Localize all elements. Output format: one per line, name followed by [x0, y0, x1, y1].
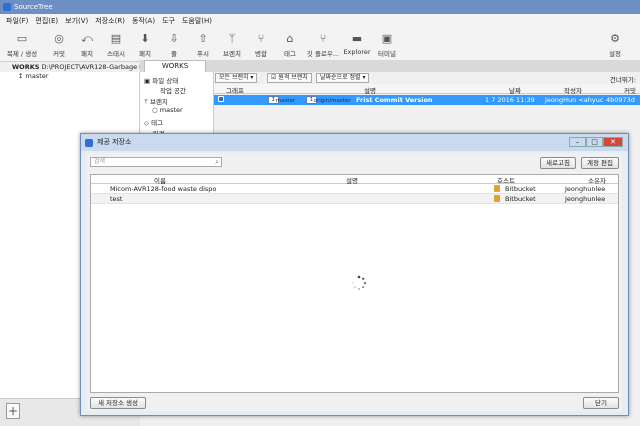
- dialog-title: 제공 저장소: [97, 138, 132, 146]
- hosted-repo-table: 이름 설명 호스트 소유자 Micom-AVR128-food waste di…: [90, 174, 619, 393]
- branch-tag-master: ↥ master: [268, 96, 295, 104]
- repo-host-cell: Bitbucket: [505, 195, 536, 203]
- close-button[interactable]: 닫기: [583, 397, 619, 409]
- col-date[interactable]: 날짜: [509, 85, 521, 95]
- pull-button[interactable]: ⇩ 풀: [159, 32, 189, 58]
- app-icon: [3, 3, 11, 11]
- search-icon: ⌕: [215, 158, 219, 166]
- jump-to-label: 건너뛰기:: [609, 76, 636, 84]
- dialog-app-icon: [85, 139, 93, 147]
- sort-order-dropdown[interactable]: 날짜순으로 정렬 ▾: [316, 73, 370, 83]
- menu-tools[interactable]: 도구: [162, 14, 175, 28]
- checkout-icon: ⤺: [81, 32, 93, 45]
- tab-bar: WORKS: [140, 60, 640, 72]
- gitflow-button[interactable]: ⑂ 깃 플로우...: [305, 32, 341, 58]
- close-window-button[interactable]: ✕: [603, 137, 623, 147]
- col-graph[interactable]: 그래프: [226, 85, 244, 95]
- col-commit[interactable]: 커밋: [624, 85, 636, 95]
- explorer-icon: ▬: [351, 32, 363, 45]
- repo-host-cell: Bitbucket: [505, 185, 536, 193]
- branch-item[interactable]: ↥ master: [0, 72, 139, 81]
- table-row[interactable]: Micom-AVR128-food waste dispo Bitbucket …: [91, 184, 618, 194]
- branch-master-item[interactable]: ○ master: [152, 106, 183, 114]
- gitflow-icon: ⑂: [319, 32, 327, 45]
- commit-row[interactable]: ↥ master ↥ origin/master Frist Commit Ve…: [214, 95, 640, 105]
- explorer-button[interactable]: ▬ Explorer: [342, 32, 372, 56]
- new-repository-button[interactable]: 새 저장소 생성: [90, 397, 146, 409]
- search-input[interactable]: 검색 ⌕: [90, 157, 222, 167]
- tag-button[interactable]: ⌂ 태그: [275, 32, 305, 58]
- commit-node-icon: [218, 96, 224, 102]
- commit-date: 1 7 2016 11:39: [485, 96, 535, 104]
- push-button[interactable]: ⇧ 푸시: [188, 32, 218, 58]
- add-repository-button[interactable]: +: [6, 403, 20, 419]
- clone-icon: ▭: [16, 32, 28, 45]
- repo-owner-cell: Jeonghunlee: [565, 185, 606, 193]
- file-status-item[interactable]: ▣ 파일 상태: [144, 75, 178, 85]
- fetch-button[interactable]: ⬇ 패치: [130, 32, 160, 58]
- working-copy-item[interactable]: 작업 공간: [160, 85, 186, 95]
- table-header: 이름 설명 호스트 소유자: [91, 175, 618, 185]
- menu-repository[interactable]: 저장소(R): [95, 14, 125, 28]
- tab-works[interactable]: WORKS: [144, 60, 206, 72]
- fetch-icon: ⬇: [140, 32, 150, 45]
- stash-button[interactable]: ▤ 스태시: [101, 32, 131, 58]
- tag-icon: ⌂: [286, 32, 294, 45]
- repo-owner-cell: Jeonghunlee: [565, 195, 606, 203]
- commit-hash: 4b0973d: [606, 96, 635, 104]
- menu-actions[interactable]: 동작(A): [132, 14, 155, 28]
- lock-icon: [494, 185, 500, 192]
- dialog-body: 검색 ⌕ 새로고침 계정 편집 이름 설명 호스트 소유자 Micom-AVR1…: [87, 153, 622, 411]
- repo-name: WORKS: [12, 63, 40, 71]
- table-row[interactable]: test Bitbucket Jeonghunlee: [91, 194, 618, 204]
- sourcetree-window: SourceTree 파일(F) 편집(E) 보기(V) 저장소(R) 동작(A…: [0, 0, 640, 426]
- pull-icon: ⇩: [169, 32, 179, 45]
- title-bar: SourceTree: [0, 0, 640, 14]
- repo-path-bar: WORKS D:\PROJECT\AVR128-Garbage D: [0, 62, 140, 72]
- commit-filters: 모든 브랜치 ▾ ☑ 원격 브랜치 날짜순으로 정렬 ▾ 건너뛰기:: [214, 72, 640, 84]
- menu-help[interactable]: 도움말(H): [182, 14, 212, 28]
- branches-item[interactable]: ᛘ 브랜치: [144, 96, 168, 106]
- branch-button[interactable]: ᛘ 브랜치: [217, 32, 247, 58]
- merge-icon: ⑂: [257, 32, 265, 45]
- col-description[interactable]: 설명: [364, 85, 376, 95]
- remote-branches-checkbox[interactable]: ☑ 원격 브랜치: [267, 73, 312, 83]
- branch-filter-dropdown[interactable]: 모든 브랜치 ▾: [215, 73, 258, 83]
- window-title: SourceTree: [14, 3, 53, 11]
- terminal-button[interactable]: ▣ 터미널: [372, 32, 402, 58]
- clone-button[interactable]: ▭ 복제 / 생성: [4, 32, 40, 58]
- loading-spinner-icon: [352, 275, 367, 290]
- menu-bar: 파일(F) 편집(E) 보기(V) 저장소(R) 동작(A) 도구 도움말(H): [0, 14, 640, 28]
- commit-message: Frist Commit Version: [356, 96, 433, 104]
- repo-path: D:\PROJECT\AVR128-Garbage D: [41, 63, 141, 71]
- toolbar: ▭ 복제 / 생성 ◎ 커밋 ⤺ 패치 ▤ 스태시 ⬇ 패치 ⇩ 풀 ⇧ 푸시 ᛘ 브랜치 ⑂ 병…: [0, 28, 640, 62]
- terminal-icon: ▣: [381, 32, 393, 45]
- col-author[interactable]: 작성자: [564, 85, 582, 95]
- branch-icon: ᛘ: [228, 32, 236, 45]
- maximize-button[interactable]: □: [586, 137, 603, 147]
- repo-name-cell: test: [110, 195, 123, 203]
- branch-tag-origin-master: ↥ origin/master: [306, 96, 351, 104]
- menu-view[interactable]: 보기(V): [65, 14, 88, 28]
- settings-icon: ⚙: [610, 32, 620, 45]
- dialog-title-bar: 제공 저장소 – □ ✕: [81, 134, 628, 151]
- merge-button[interactable]: ⑂ 병합: [246, 32, 276, 58]
- hosted-repositories-dialog: 제공 저장소 – □ ✕ 검색 ⌕ 새로고침 계정 편집 이름 설명 호스트 소…: [80, 133, 629, 416]
- lock-icon: [494, 195, 500, 202]
- menu-edit[interactable]: 편집(E): [35, 14, 58, 28]
- commit-button[interactable]: ◎ 커밋: [44, 32, 74, 58]
- checkout-button[interactable]: ⤺ 패치: [72, 32, 102, 58]
- minimize-button[interactable]: –: [569, 137, 586, 147]
- edit-accounts-button[interactable]: 계정 편집: [581, 157, 619, 169]
- commit-icon: ◎: [54, 32, 64, 45]
- commit-column-header: 그래프 설명 날짜 작성자 커밋: [214, 84, 640, 95]
- tags-item[interactable]: ◇ 태그: [144, 117, 163, 127]
- push-icon: ⇧: [198, 32, 208, 45]
- settings-button[interactable]: ⚙ 설정: [600, 32, 630, 58]
- repo-name-cell: Micom-AVR128-food waste dispo: [110, 185, 217, 193]
- commit-author: JeongHun <ahyuc: [545, 96, 604, 104]
- menu-file[interactable]: 파일(F): [6, 14, 28, 28]
- refresh-button[interactable]: 새로고침: [540, 157, 576, 169]
- stash-icon: ▤: [110, 32, 122, 45]
